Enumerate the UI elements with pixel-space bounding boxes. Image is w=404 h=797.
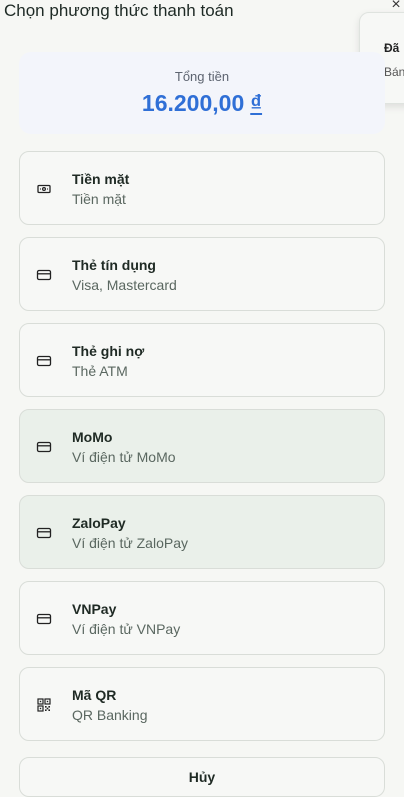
credit-card-icon <box>36 527 52 539</box>
payment-option-cash[interactable]: Tiền mặt Tiền mặt <box>19 151 385 225</box>
total-label: Tổng tiền <box>174 69 230 84</box>
dialog-title: Chọn phương thức thanh toán <box>4 1 234 20</box>
payment-option-debit-card[interactable]: Thẻ ghi nợ Thẻ ATM <box>19 323 385 397</box>
payment-option-momo[interactable]: MoMo Ví điện tử MoMo <box>19 409 385 483</box>
cash-icon <box>37 184 51 194</box>
payment-option-name: Mã QR <box>72 687 117 703</box>
toast-title: Đã <box>384 41 400 55</box>
payment-option-desc: Ví điện tử ZaloPay <box>72 535 188 551</box>
cancel-button[interactable]: Hủy <box>19 757 385 797</box>
payment-option-vnpay[interactable]: VNPay Ví điện tử VNPay <box>19 581 385 655</box>
payment-option-desc: Visa, Mastercard <box>72 277 177 293</box>
payment-option-name: ZaloPay <box>72 515 126 531</box>
credit-card-icon <box>36 441 52 453</box>
payment-option-desc: Thẻ ATM <box>72 363 128 379</box>
total-amount-value: 16.200,00 <box>141 90 245 116</box>
toast-text: Bán <box>384 65 404 79</box>
credit-card-icon <box>36 269 52 281</box>
credit-card-icon <box>36 613 52 625</box>
payment-option-desc: QR Banking <box>72 707 148 723</box>
total-amount: 16.200,00 ₫ <box>19 90 385 117</box>
payment-option-qr[interactable]: Mã QR QR Banking <box>19 667 385 741</box>
payment-option-desc: Ví điện tử VNPay <box>72 621 181 637</box>
payment-option-zalopay[interactable]: ZaloPay Ví điện tử ZaloPay <box>19 495 385 569</box>
payment-option-name: Thẻ tín dụng <box>72 257 156 273</box>
qr-code-icon <box>37 698 51 712</box>
payment-option-desc: Tiền mặt <box>72 191 126 207</box>
close-icon[interactable]: × <box>389 0 403 13</box>
payment-method-dialog: Chọn phương thức thanh toán × Đã Bán Tổn… <box>0 0 404 797</box>
payment-option-name: MoMo <box>72 429 113 445</box>
payment-option-credit-card[interactable]: Thẻ tín dụng Visa, Mastercard <box>19 237 385 311</box>
currency-symbol: ₫ <box>250 90 263 116</box>
credit-card-icon <box>36 355 52 367</box>
payment-option-name: Thẻ ghi nợ <box>72 343 145 359</box>
payment-option-name: Tiền mặt <box>72 171 130 187</box>
total-summary: Tổng tiền 16.200,00 ₫ <box>19 52 385 134</box>
payment-option-name: VNPay <box>72 601 117 617</box>
payment-option-desc: Ví điện tử MoMo <box>72 449 176 465</box>
